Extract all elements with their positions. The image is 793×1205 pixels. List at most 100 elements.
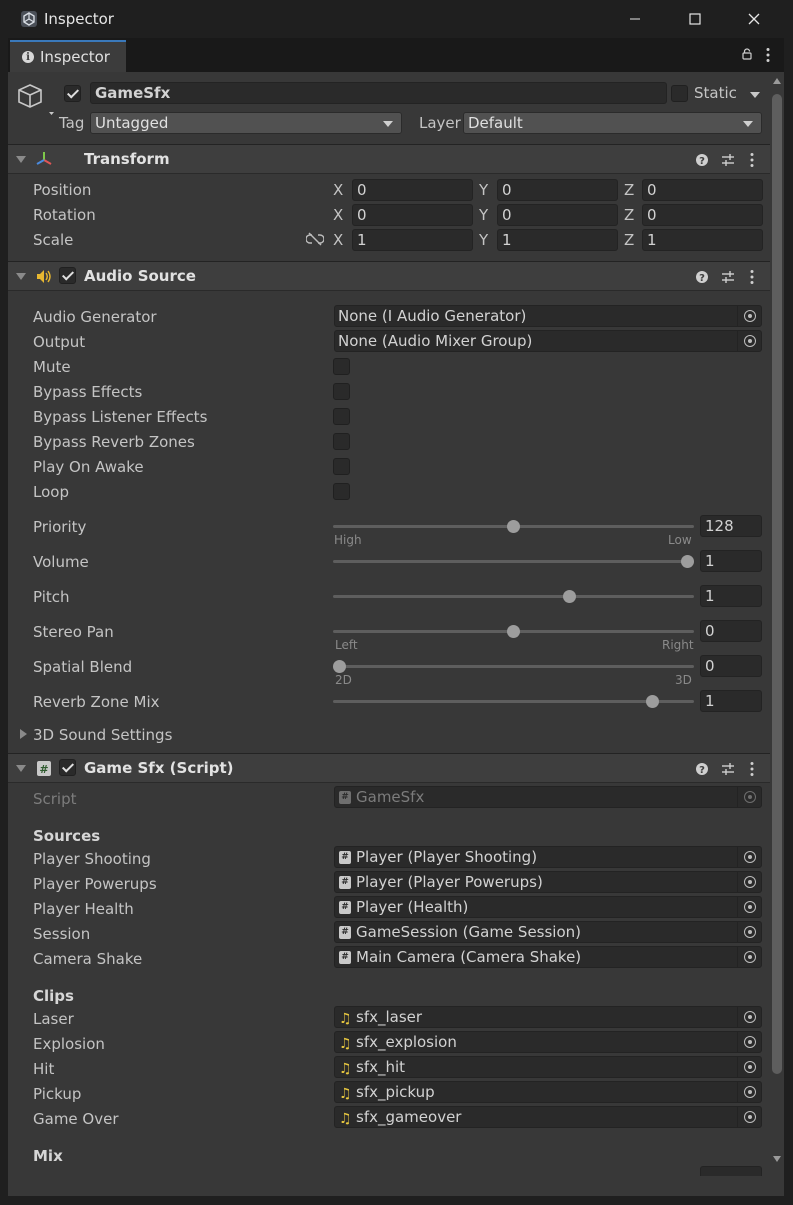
axis-x-label: X [333,231,344,249]
session-field[interactable]: # GameSession (Game Session) [334,921,762,943]
3d-sound-settings-foldout[interactable]: 3D Sound Settings [33,726,172,744]
volume-slider-knob[interactable] [681,555,694,568]
unlinked-icon[interactable] [306,231,324,247]
play-on-awake-checkbox[interactable] [333,458,350,475]
clips-header: Clips [33,987,74,1005]
scale-y-input[interactable]: 1 [497,229,618,251]
player-shooting-field[interactable]: # Player (Player Shooting) [334,846,762,868]
transform-header[interactable]: Transform ? [8,144,770,174]
reverb-zone-mix-label: Reverb Zone Mix [33,693,160,711]
lock-icon[interactable] [742,48,752,60]
audio-source-enabled-checkbox[interactable] [59,267,76,284]
loop-checkbox[interactable] [333,483,350,500]
audio-generator-field[interactable]: None (I Audio Generator) [334,305,762,327]
volume-input[interactable]: 1 [700,550,762,572]
game-sfx-enabled-checkbox[interactable] [59,759,76,776]
close-button[interactable] [725,0,783,38]
chevron-right-icon[interactable] [20,729,27,739]
gameobject-name-input[interactable]: GameSfx [90,82,667,104]
kebab-menu-icon[interactable] [766,47,770,63]
maximize-button[interactable] [666,0,724,38]
explosion-field[interactable]: ♫ sfx_explosion [334,1031,762,1053]
gameobject-active-checkbox[interactable] [64,85,81,102]
foldout-icon [16,156,26,163]
object-picker-icon[interactable] [737,872,761,892]
priority-slider-knob[interactable] [507,520,520,533]
position-x-input[interactable]: 0 [352,179,473,201]
object-picker-icon[interactable] [737,331,761,351]
pitch-slider-track[interactable] [333,595,694,598]
bypass-reverb-zones-checkbox[interactable] [333,433,350,450]
cube-icon[interactable] [16,82,56,118]
rotation-y-input[interactable]: 0 [497,204,618,226]
info-icon: i [22,51,34,63]
axis-y-label: Y [479,206,489,224]
scale-z-input[interactable]: 1 [642,229,763,251]
mute-checkbox[interactable] [333,358,350,375]
scale-x-input[interactable]: 1 [352,229,473,251]
priority-input[interactable]: 128 [700,515,762,537]
object-picker-icon[interactable] [737,947,761,967]
pickup-value: sfx_pickup [356,1083,435,1101]
reverb-zone-mix-input[interactable]: 1 [700,690,762,712]
scroll-up-icon[interactable] [773,78,781,84]
reverb-zone-mix-slider-track[interactable] [333,700,694,703]
unity-icon [21,11,37,27]
camera-shake-field[interactable]: # Main Camera (Camera Shake) [334,946,762,968]
audio-source-title: Audio Source [84,267,196,285]
scrollbar-thumb[interactable] [772,94,782,1074]
stereo-pan-input[interactable]: 0 [700,620,762,642]
position-z-input[interactable]: 0 [642,179,763,201]
game-over-label: Game Over [33,1110,119,1128]
volume-slider-track[interactable] [333,560,694,563]
rotation-x-input[interactable]: 0 [352,204,473,226]
explosion-label: Explosion [33,1035,105,1053]
vertical-scrollbar[interactable] [770,72,784,1196]
object-picker-icon[interactable] [737,1057,761,1077]
mix-field-partial[interactable] [700,1166,762,1176]
player-powerups-field[interactable]: # Player (Player Powerups) [334,871,762,893]
pitch-slider-knob[interactable] [562,590,576,603]
tab-inspector[interactable]: i Inspector [10,40,126,72]
priority-label: Priority [33,518,87,536]
pickup-field[interactable]: ♫ sfx_pickup [334,1081,762,1103]
reverb-zone-mix-slider-knob[interactable] [646,695,660,708]
bypass-effects-checkbox[interactable] [333,383,350,400]
object-picker-icon[interactable] [737,1082,761,1102]
laser-field[interactable]: ♫ sfx_laser [334,1006,762,1028]
mix-header: Mix [33,1147,63,1165]
component-header-icons: ? [696,270,754,284]
player-health-value: Player (Health) [356,898,469,916]
audio-source-header[interactable]: Audio Source ? [8,261,770,291]
rotation-label: Rotation [33,206,96,224]
stereo-pan-slider-knob[interactable] [507,625,520,638]
object-picker-icon[interactable] [737,922,761,942]
object-picker-icon[interactable] [737,897,761,917]
player-health-field[interactable]: # Player (Health) [334,896,762,918]
object-picker-icon[interactable] [737,1107,761,1127]
pitch-input[interactable]: 1 [700,585,762,607]
static-dropdown-icon[interactable] [750,92,760,98]
music-note-icon: ♫ [339,1061,352,1077]
object-picker-icon[interactable] [737,306,761,326]
output-field[interactable]: None (Audio Mixer Group) [334,330,762,352]
minimize-button[interactable] [606,0,664,38]
object-picker-icon[interactable] [737,1032,761,1052]
spatial-blend-slider-track[interactable] [333,665,694,668]
bypass-listener-effects-checkbox[interactable] [333,408,350,425]
static-checkbox[interactable] [671,85,688,102]
hit-field[interactable]: ♫ sfx_hit [334,1056,762,1078]
game-sfx-header[interactable]: # Game Sfx (Script) ? [8,753,770,783]
game-over-field[interactable]: ♫ sfx_gameover [334,1106,762,1128]
rotation-z-input[interactable]: 0 [642,204,763,226]
laser-value: sfx_laser [356,1008,423,1026]
layer-dropdown[interactable]: Default [463,112,762,134]
object-picker-icon[interactable] [737,847,761,867]
position-y-input[interactable]: 0 [497,179,618,201]
spatial-blend-slider-knob[interactable] [333,660,346,673]
spatial-blend-input[interactable]: 0 [700,655,762,677]
tag-dropdown[interactable]: Untagged [90,112,402,134]
scroll-down-icon[interactable] [773,1156,781,1162]
sources-header: Sources [33,827,101,845]
object-picker-icon[interactable] [737,1007,761,1027]
